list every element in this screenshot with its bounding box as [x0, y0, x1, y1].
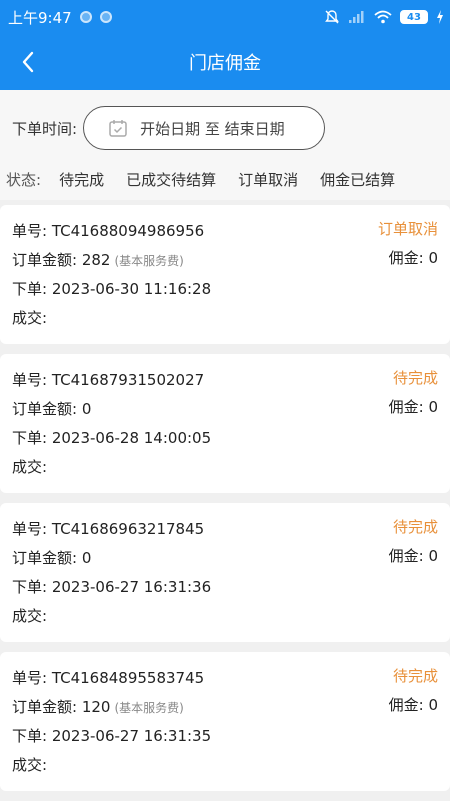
- order-amount: 订单金额: 120: [12, 698, 111, 716]
- order-amount: 订单金额: 0: [12, 400, 92, 418]
- amount-note: (基本服务费): [114, 701, 184, 715]
- filter-panel: 下单时间: 开始日期 至 结束日期 状态: 待完成 已成交待结算 订单取消 佣金…: [0, 90, 450, 200]
- back-button[interactable]: [8, 42, 48, 82]
- notification-dot-icon: [79, 11, 92, 23]
- order-time: 下单: 2023-06-30 11:16:28: [12, 280, 212, 298]
- battery-icon: 43: [400, 10, 428, 24]
- order-status: 待完成: [392, 369, 438, 387]
- date-filter-row: 下单时间: 开始日期 至 结束日期: [12, 106, 326, 150]
- order-number: 单号: TC41688094986956: [12, 222, 205, 240]
- commission-value: 佣金: 0: [388, 547, 438, 565]
- order-card[interactable]: 单号: TC41684895583745 订单金额: 120 (基本服务费) 下单…: [0, 652, 450, 791]
- tab-order-cancelled[interactable]: 订单取消: [238, 169, 298, 190]
- order-status: 待完成: [392, 667, 438, 685]
- deal-time: 成交:: [12, 458, 48, 476]
- order-status: 待完成: [392, 518, 438, 536]
- status-filter-row: 状态: 待完成 已成交待结算 订单取消 佣金已结算: [6, 168, 417, 190]
- mute-bell-icon: [325, 10, 339, 24]
- nav-bar: 门店佣金: [0, 34, 450, 90]
- commission-value: 佣金: 0: [388, 249, 438, 267]
- deal-time: 成交:: [12, 756, 48, 774]
- order-amount-row: 订单金额: 282 (基本服务费): [12, 246, 438, 275]
- date-range-picker[interactable]: 开始日期 至 结束日期: [83, 106, 326, 150]
- order-amount: 订单金额: 0: [12, 549, 92, 567]
- order-amount: 订单金额: 282: [12, 251, 111, 269]
- order-card[interactable]: 单号: TC41687931502027 订单金额: 0 下单: 2023-06…: [0, 354, 450, 493]
- chevron-left-icon: [22, 51, 34, 73]
- order-time: 下单: 2023-06-27 16:31:35: [12, 727, 212, 745]
- tab-commission-settled[interactable]: 佣金已结算: [320, 169, 395, 190]
- order-number: 单号: TC41684895583745: [12, 669, 205, 687]
- status-icons: 43: [324, 0, 444, 34]
- charging-icon: [437, 10, 443, 24]
- order-amount-row: 订单金额: 120 (基本服务费): [12, 693, 438, 722]
- order-status: 订单取消: [377, 220, 438, 238]
- order-time: 下单: 2023-06-28 14:00:05: [12, 429, 212, 447]
- status-bar: 上午9:47 43: [0, 0, 450, 34]
- tab-pending[interactable]: 待完成: [59, 169, 104, 190]
- page-title: 门店佣金: [189, 53, 261, 74]
- tab-deal-awaiting-settlement[interactable]: 已成交待结算: [126, 169, 216, 190]
- order-number: 单号: TC41687931502027: [12, 371, 205, 389]
- date-range-text: 开始日期 至 结束日期: [140, 119, 285, 138]
- wifi-icon: [374, 10, 392, 24]
- order-amount-row: 订单金额: 0: [12, 544, 438, 573]
- amount-note: (基本服务费): [114, 254, 184, 268]
- notification-dot-icon: [99, 11, 112, 23]
- date-filter-label: 下单时间:: [12, 119, 78, 138]
- signal-icon: [349, 11, 364, 23]
- deal-time: 成交:: [12, 309, 48, 327]
- deal-time: 成交:: [12, 607, 48, 625]
- order-time: 下单: 2023-06-27 16:31:36: [12, 578, 212, 596]
- status-time: 上午9:47: [8, 8, 72, 27]
- status-filter-label: 状态:: [6, 170, 42, 189]
- order-amount-row: 订单金额: 0: [12, 395, 438, 424]
- order-card[interactable]: 单号: TC41686963217845 订单金额: 0 下单: 2023-06…: [0, 503, 450, 642]
- commission-value: 佣金: 0: [388, 696, 438, 714]
- calendar-icon: [109, 120, 127, 137]
- order-card[interactable]: 单号: TC41688094986956 订单金额: 282 (基本服务费) 下单…: [0, 205, 450, 344]
- order-number: 单号: TC41686963217845: [12, 520, 205, 538]
- commission-value: 佣金: 0: [388, 398, 438, 416]
- order-list: 单号: TC41688094986956 订单金额: 282 (基本服务费) 下单…: [0, 205, 450, 801]
